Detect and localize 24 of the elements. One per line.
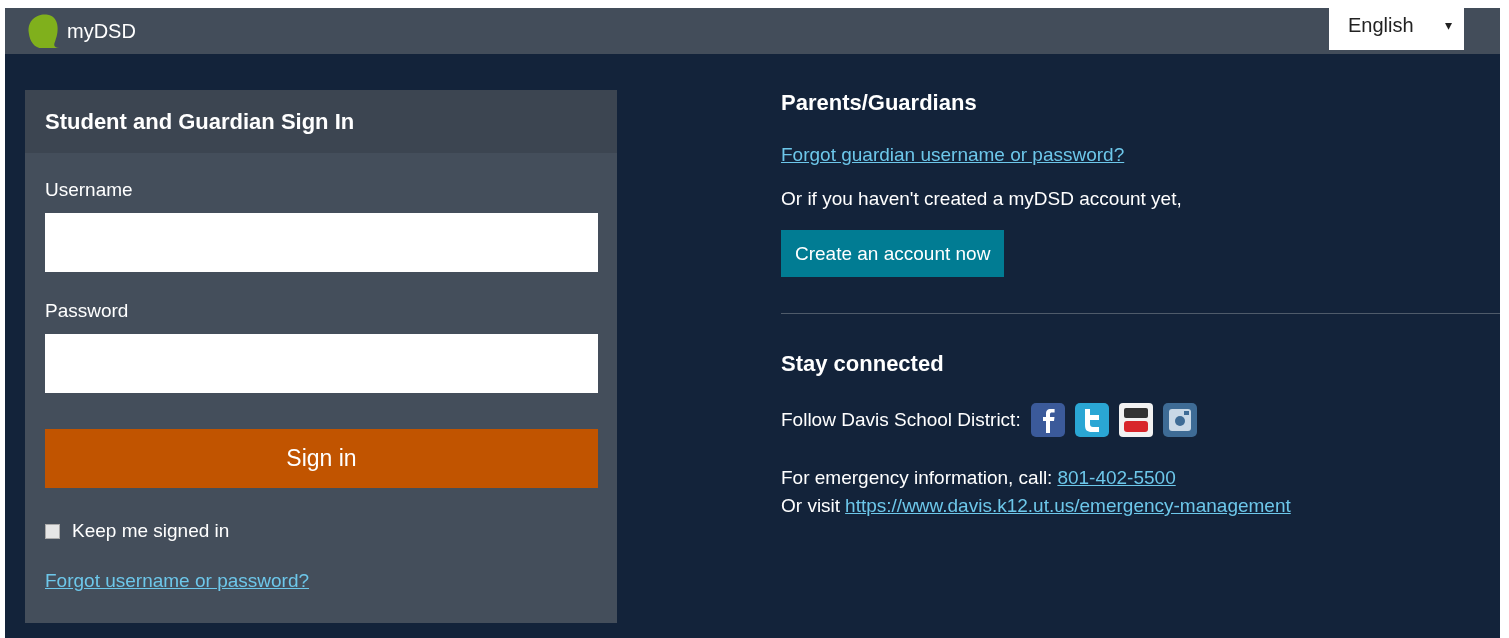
create-account-button[interactable]: Create an account now bbox=[781, 230, 1005, 277]
password-field[interactable] bbox=[45, 334, 598, 393]
username-label: Username bbox=[45, 179, 133, 202]
video-icon[interactable] bbox=[1118, 403, 1153, 437]
emergency-link[interactable]: https://www.davis.k12.ut.us/emergency-management bbox=[845, 495, 1291, 517]
sign-in-title: Student and Guardian Sign In bbox=[45, 108, 355, 135]
section-heading: Parents/Guardians bbox=[781, 90, 977, 116]
emergency-text: For emergency information, call: bbox=[781, 467, 1053, 489]
username-field[interactable] bbox=[45, 213, 598, 272]
follow-label: Follow Davis School District: bbox=[781, 409, 1021, 431]
keep-signed-in-label: Keep me signed in bbox=[72, 520, 230, 542]
phone-link[interactable]: 801-402-5500 bbox=[1057, 467, 1176, 489]
visit-text: Or visit bbox=[781, 495, 841, 517]
logo-text: myDSD bbox=[67, 19, 136, 43]
twitter-icon[interactable] bbox=[1074, 403, 1109, 437]
facebook-icon[interactable] bbox=[1030, 403, 1065, 437]
password-label: Password bbox=[45, 300, 129, 323]
forgot-guardian-link[interactable]: Forgot guardian username or password? bbox=[781, 144, 1125, 166]
section-heading: Stay connected bbox=[781, 351, 944, 377]
sign-in-button[interactable]: Sign in bbox=[45, 429, 598, 488]
forgot-link[interactable]: Forgot username or password? bbox=[45, 570, 309, 592]
account-note: Or if you haven't created a myDSD account yet, bbox=[781, 188, 1182, 210]
camera-icon[interactable] bbox=[1162, 403, 1197, 437]
keep-signed-in-checkbox[interactable] bbox=[45, 523, 60, 539]
